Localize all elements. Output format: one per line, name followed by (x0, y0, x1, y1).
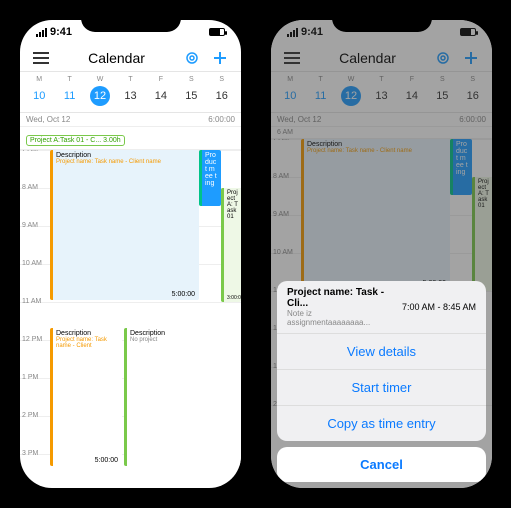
cancel-button[interactable]: Cancel (277, 447, 486, 482)
notch (81, 12, 181, 32)
calendar-grid[interactable]: 7 AM 8 AM 9 AM 10 AM 11 AM 12 PM 1 PM 2 … (20, 150, 241, 488)
notch (332, 12, 432, 32)
phone-right: 9:41 Calendar M10 T11 W12 T13 F14 (263, 12, 500, 496)
event-1[interactable]: Description Project name: Task name - Cl… (50, 150, 199, 300)
sheet-note: Note iz assignmentaaaaaaaa... (287, 309, 396, 327)
view-details-button[interactable]: View details (277, 334, 486, 370)
week-bar[interactable]: M10 T11 W12 T13 F14 S15 S16 (20, 72, 241, 113)
plus-icon (212, 50, 228, 66)
day-14[interactable]: 14 (151, 86, 171, 106)
event-2[interactable]: Pro duct mee ting (199, 150, 221, 206)
allday-row: Wed, Oct 12 6:00:00 (20, 113, 241, 127)
day-16[interactable]: 16 (212, 86, 232, 106)
add-button[interactable] (209, 47, 231, 69)
allday-total: 6:00:00 (208, 115, 235, 124)
allday-event[interactable]: Project A:Task 01 - C... 3.00h (26, 135, 125, 146)
screen-left: 9:41 Calendar M10 (20, 20, 241, 488)
phone-left: 9:41 Calendar M10 (12, 12, 249, 496)
day-15[interactable]: 15 (181, 86, 201, 106)
status-time: 9:41 (50, 26, 72, 38)
day-11[interactable]: 11 (60, 86, 80, 106)
event-4[interactable]: Description Project name: Task name - Cl… (50, 328, 122, 466)
day-13[interactable]: 13 (120, 86, 140, 106)
settings-button[interactable] (181, 47, 203, 69)
hamburger-icon (33, 52, 49, 64)
screen-right: 9:41 Calendar M10 T11 W12 T13 F14 (271, 20, 492, 488)
sheet-title: Project name: Task - Cli... (287, 287, 396, 309)
day-12[interactable]: 12 (90, 86, 110, 106)
day-10[interactable]: 10 (29, 86, 49, 106)
start-timer-button[interactable]: Start timer (277, 370, 486, 406)
event-3[interactable]: Proj ect A: Task 01 3:00:00 (221, 188, 241, 302)
gear-icon (184, 50, 200, 66)
action-sheet: Project name: Task - Cli... Note iz assi… (277, 281, 486, 482)
sheet-time: 7:00 AM - 8:45 AM (402, 302, 476, 312)
event-5[interactable]: Description No project (124, 328, 241, 466)
battery-icon (209, 28, 225, 36)
copy-time-entry-button[interactable]: Copy as time entry (277, 406, 486, 441)
allday-date: Wed, Oct 12 (26, 115, 70, 124)
page-title: Calendar (88, 50, 145, 66)
signal-icon (36, 28, 47, 37)
navbar: Calendar (20, 44, 241, 72)
sheet-header: Project name: Task - Cli... Note iz assi… (277, 281, 486, 334)
menu-button[interactable] (30, 47, 52, 69)
